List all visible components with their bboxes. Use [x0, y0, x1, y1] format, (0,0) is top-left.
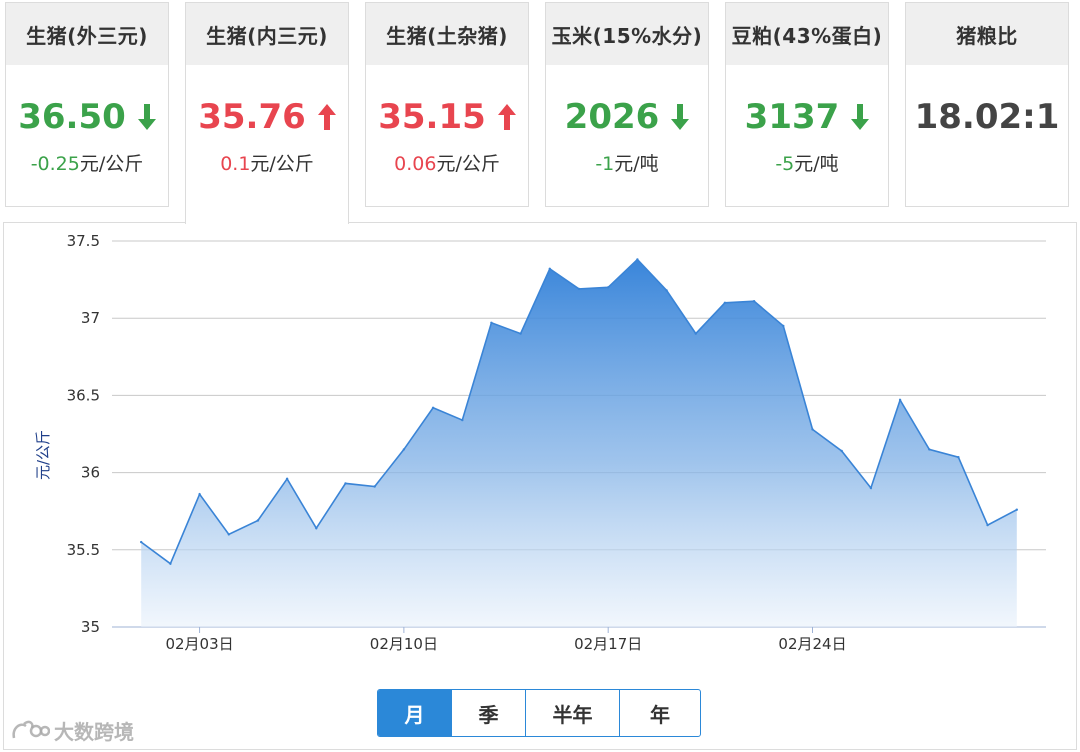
- data-point: [986, 523, 989, 527]
- x-tick-label: 02月03日: [165, 635, 233, 653]
- data-point: [256, 519, 260, 522]
- change-value: 0.1: [220, 153, 251, 175]
- data-point: [782, 324, 785, 328]
- data-point: [607, 286, 610, 289]
- price-chart-panel: 35 35.5 36 36.5 37 37.5 02月03日 02月10日 02月17日 02月…: [3, 222, 1077, 750]
- tab-tu-za-zhu[interactable]: 生猪(土杂猪) 35.15 0.06元/公斤: [365, 2, 529, 207]
- data-point: [752, 300, 756, 303]
- data-point: [957, 456, 960, 459]
- watermark-logo-icon: [12, 720, 50, 738]
- change-unit: 元/吨: [794, 153, 839, 175]
- data-point: [344, 482, 347, 485]
- tab-title: 生猪(土杂猪): [366, 3, 528, 65]
- tab-title: 玉米(15%水分): [546, 3, 708, 65]
- x-tick-label: 02月24日: [778, 635, 846, 653]
- change-unit: 元/公斤: [250, 153, 314, 175]
- range-button-month[interactable]: 月: [378, 690, 452, 736]
- arrow-down-icon: [137, 104, 156, 130]
- data-point: [898, 398, 902, 402]
- arrow-up-icon: [317, 104, 336, 130]
- data-point: [694, 332, 697, 335]
- data-point: [840, 449, 843, 453]
- y-tick-label: 36.5: [67, 386, 100, 404]
- price-area-chart: 3535.53636.53737.5 02月03日 02月10日 02月17日 02月…: [34, 232, 1046, 653]
- range-button-quarter[interactable]: 季: [452, 690, 526, 736]
- y-axis-label: 元/公斤: [34, 430, 52, 480]
- price-value: 18.02:1: [914, 97, 1060, 137]
- price-value: 35.76: [198, 97, 306, 137]
- area-layer: [140, 258, 1018, 627]
- data-point: [519, 332, 522, 335]
- change-value: -1: [595, 153, 615, 175]
- data-point: [636, 258, 639, 261]
- arrow-up-icon: [497, 104, 516, 130]
- tab-yu-mi[interactable]: 玉米(15%水分) 2026 -1元/吨: [545, 2, 709, 207]
- change-value: -0.25: [30, 153, 80, 175]
- data-point: [811, 428, 814, 431]
- range-selector: 月 季 半年 年: [377, 689, 701, 737]
- tab-zhu-liang-bi[interactable]: 猪粮比 18.02:1: [905, 2, 1069, 207]
- x-tick-labels: 02月03日 02月10日 02月17日 02月24日: [165, 627, 847, 653]
- y-tick-label: 37: [81, 309, 100, 327]
- tab-wai-san-yuan[interactable]: 生猪(外三元) 36.50 -0.25元/公斤: [5, 2, 169, 207]
- y-tick-label: 37.5: [67, 232, 100, 250]
- y-tick-label: 35.5: [67, 541, 100, 559]
- x-tick-label: 02月10日: [370, 635, 438, 653]
- change-unit: 元/公斤: [79, 153, 144, 175]
- arrow-down-icon: [671, 104, 690, 130]
- data-point: [285, 477, 289, 480]
- change-unit: 元/吨: [614, 153, 659, 175]
- range-button-half-year[interactable]: 半年: [526, 690, 620, 736]
- data-point: [227, 533, 230, 536]
- data-point: [723, 301, 727, 304]
- tab-dou-po[interactable]: 豆粕(43%蛋白) 3137 -5元/吨: [725, 2, 889, 207]
- change-value: -5: [775, 153, 795, 175]
- tab-title: 猪粮比: [906, 3, 1068, 65]
- y-tick-labels: 35 35.5 36 36.5 37 37.5: [67, 232, 100, 636]
- price-value: 35.15: [378, 97, 486, 137]
- arrow-down-icon: [851, 104, 870, 130]
- data-point: [928, 448, 931, 451]
- data-point: [577, 287, 581, 291]
- data-point: [373, 485, 376, 488]
- price-value: 36.50: [18, 97, 126, 137]
- data-point: [490, 321, 493, 324]
- data-point: [140, 540, 143, 544]
- price-value: 3137: [744, 97, 840, 137]
- price-value: 2026: [564, 97, 660, 137]
- data-point: [1015, 508, 1018, 511]
- data-point: [431, 406, 435, 409]
- data-point: [198, 493, 201, 496]
- data-point: [169, 562, 172, 565]
- data-point: [461, 418, 464, 422]
- x-tick-label: 02月17日: [574, 635, 642, 653]
- change-unit: 元/公斤: [436, 153, 500, 175]
- tab-title: 生猪(外三元): [6, 3, 168, 65]
- price-tabs: 生猪(外三元) 36.50 -0.25元/公斤 生猪(内三元) 35.76 0.…: [0, 0, 1080, 224]
- range-button-year[interactable]: 年: [620, 690, 700, 736]
- y-tick-label: 35: [81, 618, 100, 636]
- watermark-text: 大数跨境: [54, 720, 134, 744]
- data-point: [402, 448, 406, 451]
- change-value: 0.06: [394, 153, 437, 175]
- data-point: [869, 486, 873, 490]
- data-point: [665, 289, 668, 292]
- data-point: [548, 267, 551, 270]
- watermark: 大数跨境: [10, 716, 134, 745]
- tab-title: 生猪(内三元): [186, 3, 348, 65]
- tab-nei-san-yuan[interactable]: 生猪(内三元) 35.76 0.1元/公斤: [185, 2, 349, 224]
- data-point: [315, 527, 318, 530]
- tab-title: 豆粕(43%蛋白): [726, 3, 888, 65]
- y-tick-label: 36: [81, 464, 100, 482]
